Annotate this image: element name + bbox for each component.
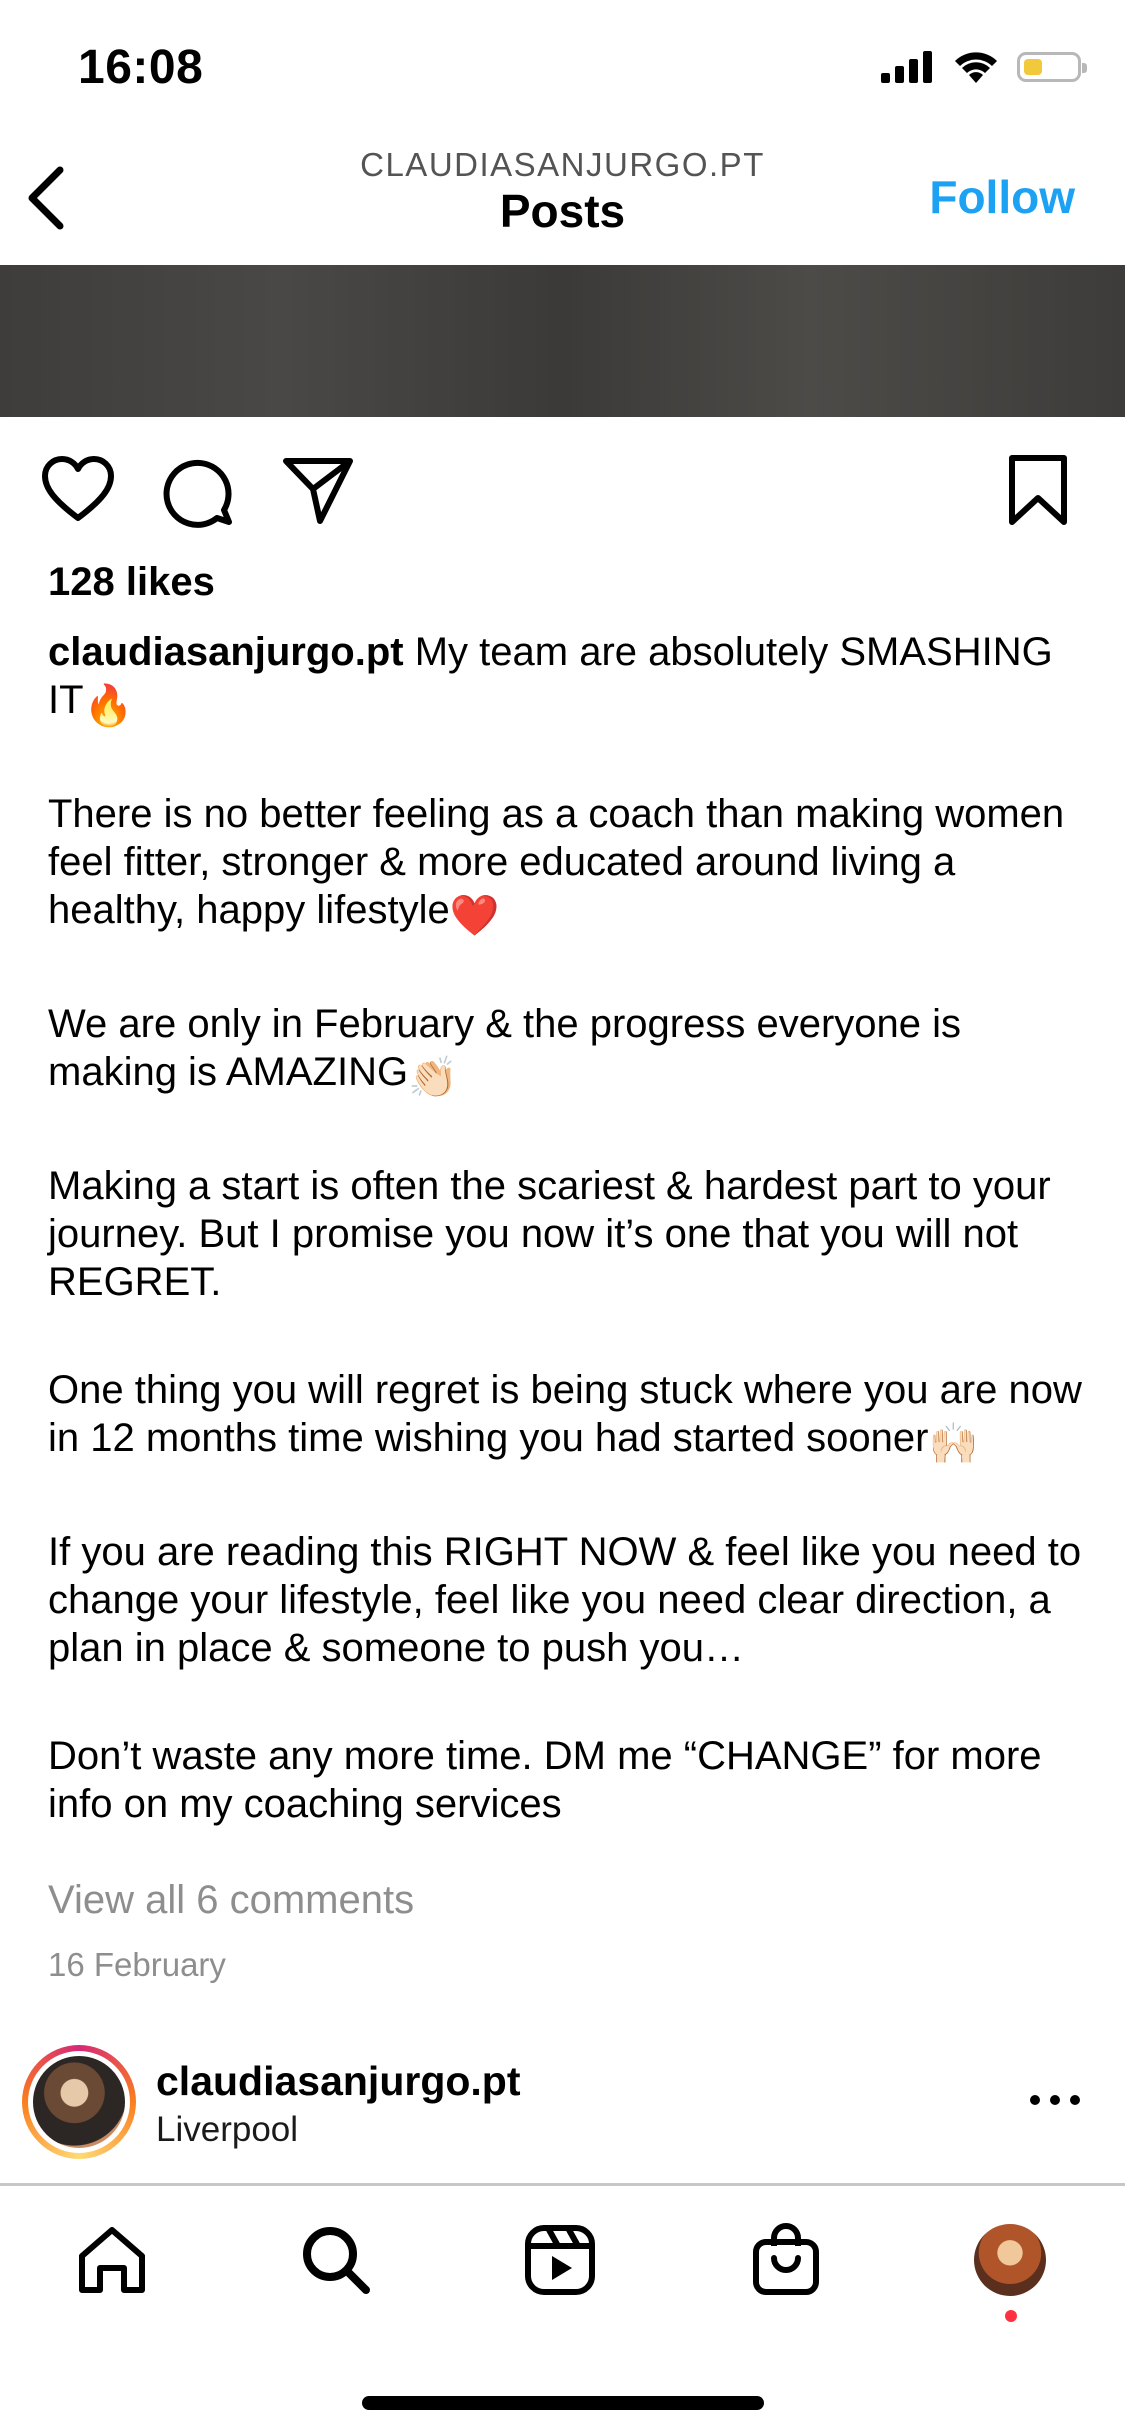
status-icons xyxy=(881,50,1087,84)
more-options-icon[interactable] xyxy=(1025,2085,1085,2115)
caption-paragraph-6: If you are reading this RIGHT NOW & feel… xyxy=(48,1530,1082,1670)
save-bookmark-icon[interactable] xyxy=(1000,452,1076,528)
wifi-icon xyxy=(955,52,997,83)
post-caption: claudiasanjurgo.pt My team are absolutel… xyxy=(48,628,1088,1888)
caption-paragraph-4: Making a start is often the scariest & h… xyxy=(48,1164,1051,1304)
home-indicator[interactable] xyxy=(362,2396,764,2410)
reels-icon[interactable] xyxy=(522,2222,598,2298)
battery-fill xyxy=(1024,59,1042,75)
red-heart-emoji-icon: ❤️ xyxy=(449,894,500,938)
clapping-hands-emoji-icon: 👏🏻 xyxy=(408,1056,458,1100)
caption-paragraph-3: We are only in February & the progress e… xyxy=(48,1002,962,1094)
cellular-signal-icon xyxy=(881,51,932,83)
comment-bubble-icon[interactable] xyxy=(160,452,236,528)
next-post-location[interactable]: Liverpool xyxy=(156,2110,298,2150)
post-image[interactable] xyxy=(0,265,1125,417)
view-all-comments-link[interactable]: View all 6 comments xyxy=(48,1878,414,1923)
fire-emoji-icon: 🔥 xyxy=(83,684,134,728)
battery-icon xyxy=(1017,52,1087,82)
share-paper-plane-icon[interactable] xyxy=(280,452,356,528)
caption-paragraph-2: There is no better feeling as a coach th… xyxy=(48,792,1065,932)
tab-bar-divider xyxy=(0,2183,1125,2186)
notification-dot xyxy=(1005,2310,1017,2322)
search-icon[interactable] xyxy=(298,2222,374,2298)
avatar-photo xyxy=(33,2056,125,2148)
avatar[interactable] xyxy=(22,2045,136,2159)
follow-button[interactable]: Follow xyxy=(929,170,1075,224)
caption-username[interactable]: claudiasanjurgo.pt xyxy=(48,630,404,674)
raised-hands-emoji-icon: 🙌🏻 xyxy=(928,1422,979,1466)
status-time: 16:08 xyxy=(78,41,204,94)
caption-paragraph-7: Don’t waste any more time. DM me “CHANGE… xyxy=(48,1734,1042,1826)
post-date: 16 February xyxy=(48,1946,226,1983)
shop-bag-icon[interactable] xyxy=(748,2222,824,2298)
like-heart-icon[interactable] xyxy=(40,452,116,528)
profile-tab-avatar[interactable] xyxy=(974,2224,1046,2296)
home-icon[interactable] xyxy=(74,2222,150,2298)
battery-nub xyxy=(1082,63,1087,73)
likes-count[interactable]: 128 likes xyxy=(48,560,215,605)
caption-paragraph-5: One thing you will regret is being stuck… xyxy=(48,1368,1082,1460)
next-post-username[interactable]: claudiasanjurgo.pt xyxy=(156,2058,521,2105)
